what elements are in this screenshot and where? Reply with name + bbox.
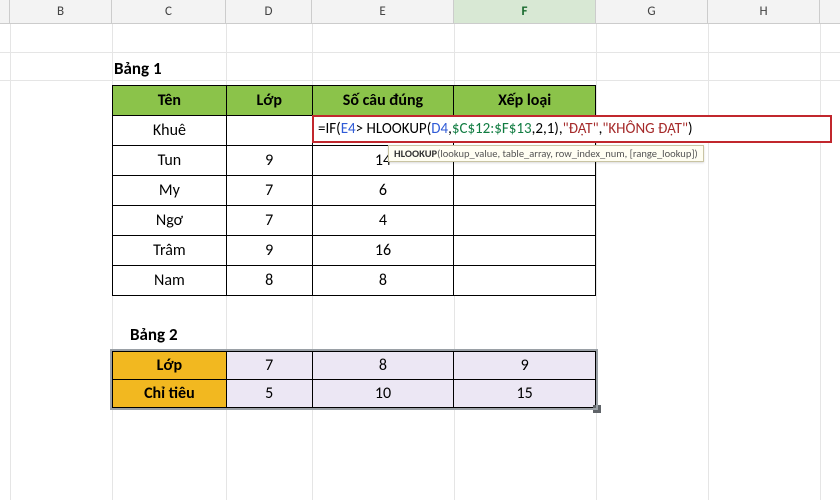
bang1-h-socau[interactable]: Số câu đúng [312,86,454,116]
paren: ) [688,120,693,138]
cell-ten[interactable]: Trâm [113,236,227,266]
bang1-h-lop[interactable]: Lớp [226,86,312,116]
col-header-F[interactable]: F [454,0,596,23]
table-row: Nam 8 8 [113,266,596,296]
cell-socau[interactable]: 8 [312,266,454,296]
formula-fn-hlookup: HLOOKUP [367,120,427,138]
cell[interactable]: 9 [454,352,596,380]
bang2-label-chitieu[interactable]: Chỉ tiêu [113,380,227,408]
content-region: Bảng 1 Tên Lớp Số câu đúng Xếp loại Khuê [112,54,812,413]
table-row: Chỉ tiêu 5 10 15 [113,380,596,408]
cell-xeploai[interactable] [454,176,596,206]
cell[interactable]: 8 [312,352,454,380]
table-row: Trâm 9 16 [113,236,596,266]
formula-edit-overlay: =IF(E4> HLOOKUP(D4,$C$12:$F$13,2,1),"ĐẠT… [312,115,832,145]
cell-xeploai[interactable] [454,236,596,266]
cell-lop[interactable]: 7 [226,206,312,236]
cell-socau[interactable]: 6 [312,176,454,206]
cell-lop[interactable]: 8 [226,266,312,296]
cell-ten[interactable]: Tun [113,146,227,176]
cell-socau[interactable]: 4 [312,206,454,236]
str-khongdat: "KHÔNG ĐẠT" [602,120,688,138]
str-dat: "ĐẠT" [563,120,599,138]
bang2-label-lop[interactable]: Lớp [113,352,227,380]
table-row: My 7 6 [113,176,596,206]
cell-xeploai[interactable] [454,266,596,296]
col-header-D[interactable]: D [226,0,312,23]
cell[interactable]: 10 [312,380,454,408]
cell-ten[interactable]: Ngơ [113,206,227,236]
col-header-C[interactable]: C [112,0,226,23]
col-header-B[interactable]: B [10,0,112,23]
formula-input[interactable]: =IF(E4> HLOOKUP(D4,$C$12:$F$13,2,1),"ĐẠT… [312,115,832,143]
corner-spacer [0,0,10,23]
bang1-h-ten[interactable]: Tên [113,86,227,116]
cell-ten[interactable]: Khuê [113,116,227,146]
num-2: 2 [535,120,543,138]
tooltip-fn: HLOOKUP [394,147,437,160]
bang2-title: Bảng 2 [112,320,812,351]
cell[interactable]: 15 [454,380,596,408]
bang1-header-row: Tên Lớp Số câu đúng Xếp loại [113,86,596,116]
cell-xeploai[interactable] [454,206,596,236]
bang1-h-xeploai[interactable]: Xếp loại [454,86,596,116]
cell-ten[interactable]: My [113,176,227,206]
table-row: Ngơ 7 4 [113,206,596,236]
bang2-table: Lớp 7 8 9 Chỉ tiêu 5 10 15 [112,351,596,408]
grid-area[interactable]: Bảng 1 Tên Lớp Số câu đúng Xếp loại Khuê [0,24,840,500]
formula-fn-if: IF [325,120,336,138]
cell[interactable]: 5 [226,380,312,408]
col-header-G[interactable]: G [596,0,708,23]
cell[interactable]: 7 [226,352,312,380]
ref-D4: D4 [431,120,448,138]
col-header-H[interactable]: H [708,0,820,23]
cell-lop[interactable]: 9 [226,236,312,266]
cell-ten[interactable]: Nam [113,266,227,296]
table-row: Lớp 7 8 9 [113,352,596,380]
cell-lop[interactable]: 7 [226,176,312,206]
column-header-row: B C D E F G H [0,0,840,24]
col-header-E[interactable]: E [312,0,454,23]
range-ref: $C$12:$F$13 [452,120,532,138]
cell-lop[interactable]: 9 [226,146,312,176]
ref-E4: E4 [341,120,356,138]
spreadsheet-app: B C D E F G H Bảng 1 [0,0,840,500]
cell-lop[interactable] [226,116,312,146]
cell-socau[interactable]: 16 [312,236,454,266]
bang1-title: Bảng 1 [112,54,812,85]
function-tooltip: HLOOKUP(lookup_value, table_array, row_i… [388,145,704,162]
tooltip-args: (lookup_value, table_array, row_index_nu… [437,147,698,160]
bang2-selection: Lớp 7 8 9 Chỉ tiêu 5 10 15 [112,351,596,408]
